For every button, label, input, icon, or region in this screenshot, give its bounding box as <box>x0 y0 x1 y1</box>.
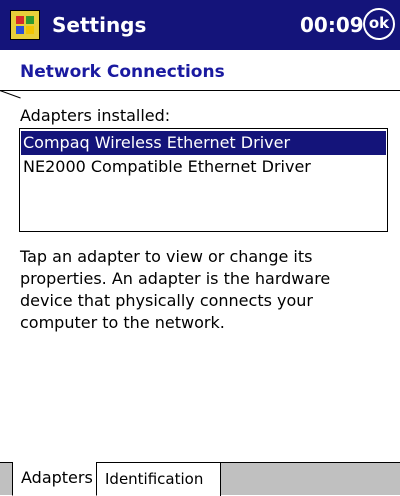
heading-divider-hook <box>0 90 21 99</box>
adapters-label: Adapters installed: <box>20 106 171 125</box>
list-item-ne2000[interactable]: NE2000 Compatible Ethernet Driver <box>21 155 386 179</box>
app-title: Settings <box>52 13 147 37</box>
heading-divider <box>0 90 400 91</box>
tab-adapters[interactable]: Adapters <box>12 462 97 496</box>
list-item-compaq-wireless[interactable]: Compaq Wireless Ethernet Driver <box>21 131 386 155</box>
tab-strip: Adapters Identification <box>0 462 400 496</box>
clock[interactable]: 00:09 <box>300 10 364 40</box>
page-title: Network Connections <box>20 62 225 82</box>
tab-identification[interactable]: Identification <box>97 462 221 496</box>
adapters-list[interactable]: Compaq Wireless Ethernet Driver NE2000 C… <box>19 128 388 232</box>
title-bar: Settings 00:09 ok <box>0 0 400 50</box>
ok-button[interactable]: ok <box>363 8 395 40</box>
description-text: Tap an adapter to view or change its pro… <box>20 247 331 332</box>
start-menu-icon[interactable] <box>10 10 40 40</box>
